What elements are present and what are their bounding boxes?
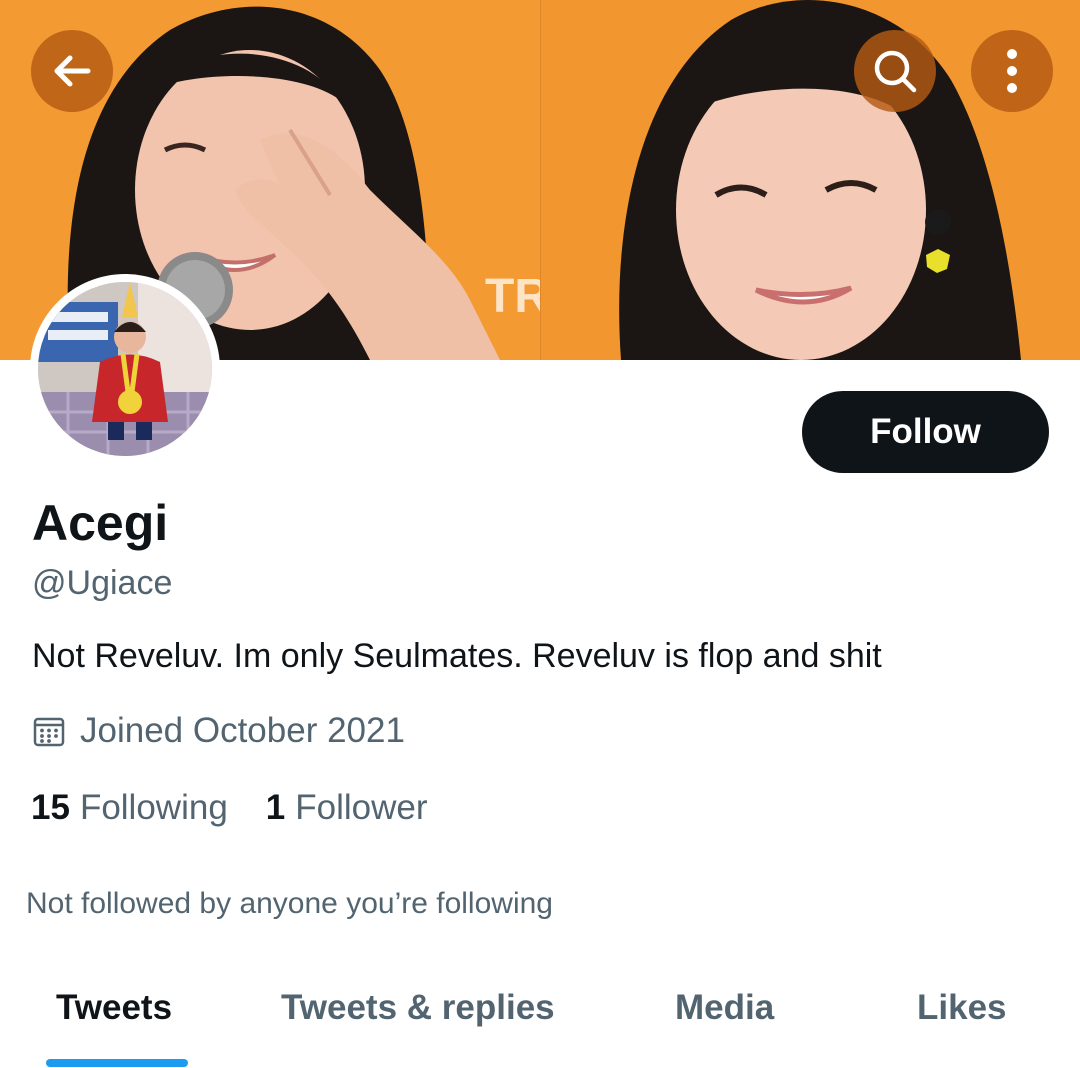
display-name: Acegi xyxy=(32,495,169,551)
followers-label: Follower xyxy=(295,788,428,827)
user-handle: @Ugiace xyxy=(32,564,173,602)
profile-bio: Not Reveluv. Im only Seulmates. Reveluv … xyxy=(32,637,882,675)
profile-tabs: Tweets Tweets & replies Media Likes xyxy=(0,960,1080,1068)
followers-link[interactable]: 1 Follower xyxy=(266,788,428,828)
active-tab-indicator xyxy=(46,1059,188,1067)
tab-tweets-and-replies[interactable]: Tweets & replies xyxy=(281,988,555,1028)
tab-likes[interactable]: Likes xyxy=(917,988,1007,1028)
avatar[interactable] xyxy=(30,274,220,464)
search-button[interactable] xyxy=(854,30,936,112)
following-link[interactable]: 15 Following xyxy=(31,788,228,828)
joined-text: Joined October 2021 xyxy=(80,711,405,750)
following-label: Following xyxy=(79,788,228,827)
tab-tweets[interactable]: Tweets xyxy=(56,988,172,1028)
calendar-icon xyxy=(33,717,65,747)
svg-text:TR: TR xyxy=(485,270,540,323)
more-vertical-icon xyxy=(1007,49,1017,93)
back-button[interactable] xyxy=(31,30,113,112)
follow-button[interactable]: Follow xyxy=(802,391,1049,473)
joined-date: Joined October 2021 xyxy=(32,711,405,751)
search-icon xyxy=(874,50,917,93)
followers-count: 1 xyxy=(265,788,286,827)
tab-media[interactable]: Media xyxy=(675,988,774,1028)
follow-stats: 15 Following 1 Follower xyxy=(31,788,428,828)
avatar-image xyxy=(38,282,212,456)
mutual-followers-note: Not followed by anyone you’re following xyxy=(26,887,553,920)
following-count: 15 xyxy=(31,788,70,827)
arrow-left-icon xyxy=(54,55,91,87)
more-options-button[interactable] xyxy=(971,30,1053,112)
